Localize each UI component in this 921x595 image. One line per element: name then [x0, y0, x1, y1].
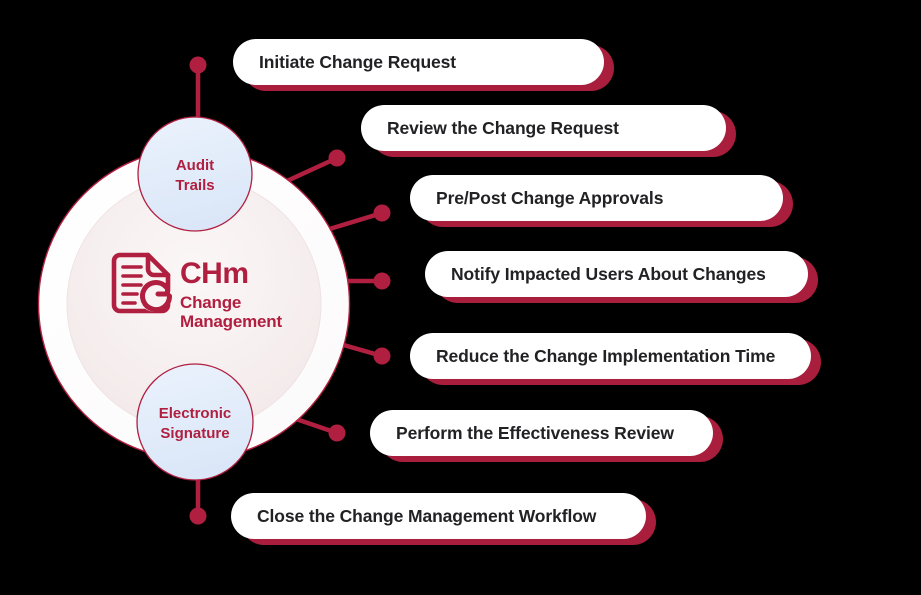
connector-dot-6	[328, 424, 346, 442]
hub-name-line-2: Management	[180, 312, 282, 332]
step-pill-label-4: Notify Impacted Users About Changes	[451, 263, 766, 284]
connector-dot-2	[328, 149, 346, 167]
diagram-canvas: CHm Change Management Audit Trails Elect…	[0, 0, 921, 595]
connector-dot-3	[373, 204, 391, 222]
step-pill-6[interactable]: Perform the Effectiveness Review	[370, 410, 713, 456]
hub-brand-text: CHm Change Management	[180, 257, 360, 332]
hub-name-line-1: Change	[180, 293, 242, 312]
step-pill-1[interactable]: Initiate Change Request	[233, 39, 604, 85]
connector-dot-1	[189, 56, 207, 74]
step-pill-label-5: Reduce the Change Implementation Time	[436, 345, 776, 366]
connector-dot-5	[373, 347, 391, 365]
connector-dot-4	[373, 272, 391, 290]
step-pill-label-1: Initiate Change Request	[259, 51, 457, 72]
hub-acronym: CHm	[180, 257, 249, 290]
step-pill-2[interactable]: Review the Change Request	[361, 105, 726, 151]
sub-circle-electronic-signature[interactable]	[136, 363, 254, 481]
step-pill-5[interactable]: Reduce the Change Implementation Time	[410, 333, 811, 379]
connector-dot-7	[189, 507, 207, 525]
step-pill-7[interactable]: Close the Change Management Workflow	[231, 493, 646, 539]
step-pill-label-3: Pre/Post Change Approvals	[436, 187, 664, 208]
sub-circle-audit-trails[interactable]	[137, 116, 253, 232]
step-pill-label-6: Perform the Effectiveness Review	[396, 422, 674, 443]
step-pill-label-7: Close the Change Management Workflow	[257, 505, 597, 526]
step-pill-4[interactable]: Notify Impacted Users About Changes	[425, 251, 808, 297]
step-pill-3[interactable]: Pre/Post Change Approvals	[410, 175, 783, 221]
step-pill-label-2: Review the Change Request	[387, 117, 619, 138]
